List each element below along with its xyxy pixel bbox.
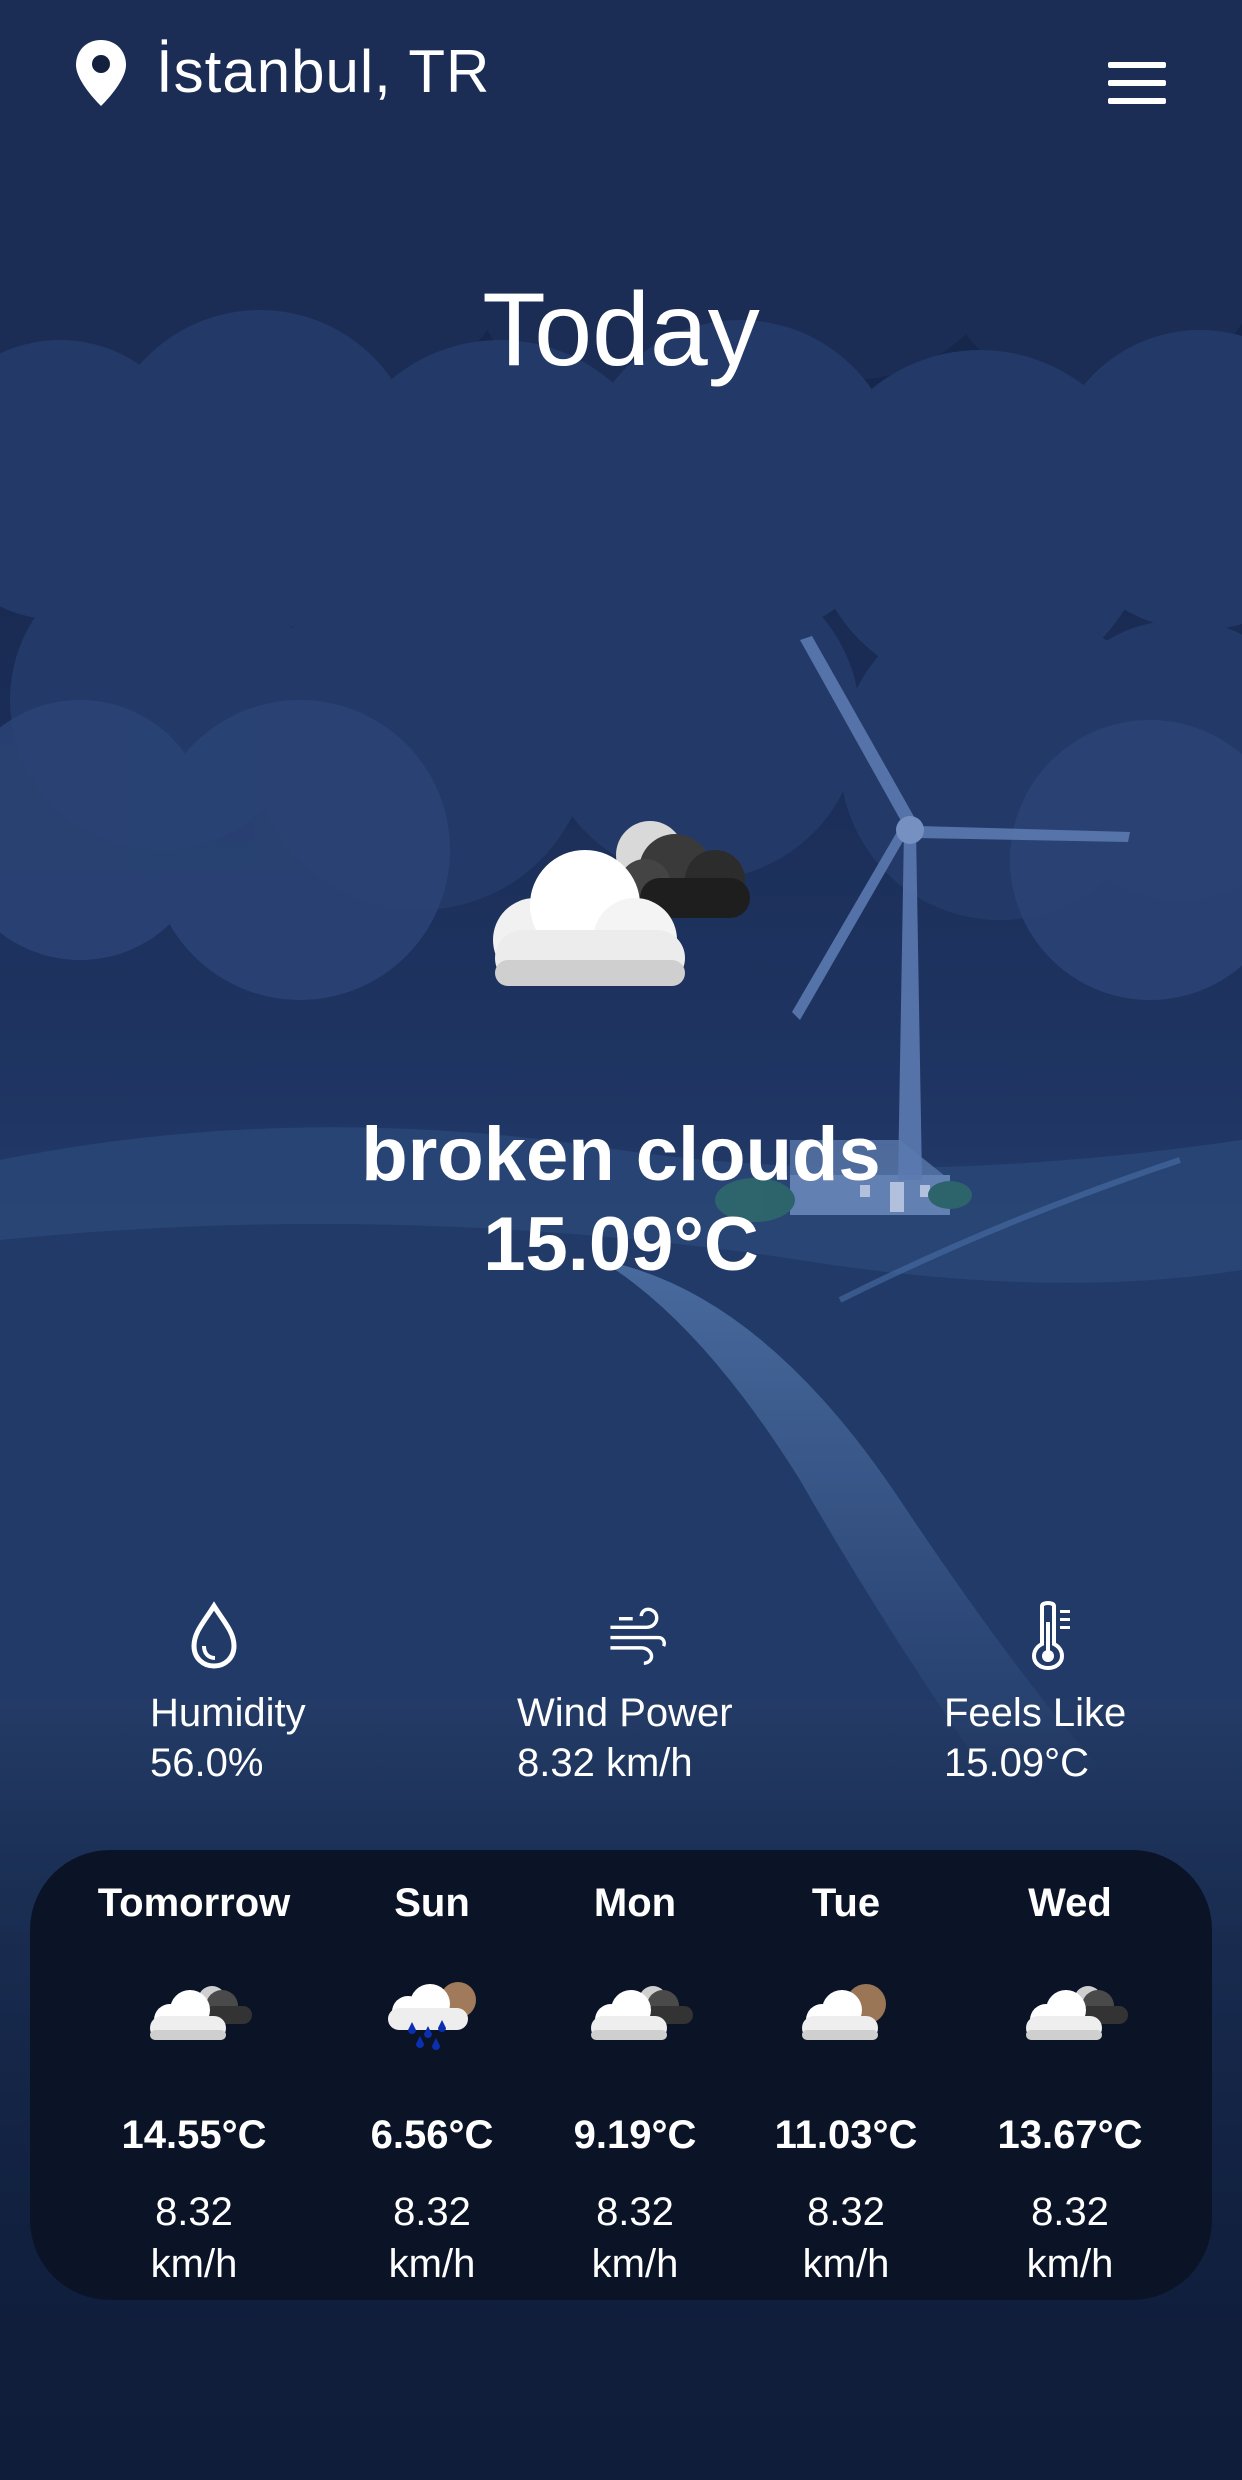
- forecast-day-name: Tomorrow: [97, 1881, 291, 1925]
- menu-line: [1108, 80, 1166, 86]
- forecast-day[interactable]: Wed 13.67°C 8.32 km/h: [950, 1850, 1190, 2300]
- cloudy-brown-icon: [802, 1984, 886, 2040]
- broken-clouds-icon: [591, 1986, 693, 2040]
- forecast-day[interactable]: Tue 11.03°C 8.32 km/h: [726, 1850, 966, 2300]
- broken-clouds-icon: [1026, 1986, 1128, 2040]
- forecast-day[interactable]: Tomorrow 14.55°C 8.32 km/h: [74, 1850, 314, 2300]
- wind-power-label: Wind Power: [517, 1691, 733, 1735]
- rain-cloud-icon: [388, 1982, 476, 2050]
- forecast-day-name: Wed: [1028, 1881, 1112, 1925]
- humidity-value: 56.0%: [150, 1741, 264, 1785]
- forecast-temperature: 9.19°C: [573, 2113, 697, 2157]
- forecast-wind: 8.32 km/h: [726, 2186, 966, 2290]
- forecast-wind-unit: km/h: [1026, 2242, 1114, 2286]
- page-title: Today: [482, 272, 760, 388]
- feels-like-value: 15.09°C: [944, 1741, 1089, 1785]
- forecast-card[interactable]: Tomorrow 14.55°C 8.32 km/h Sun 6.56°C 8.…: [30, 1850, 1212, 2300]
- humidity-label: Humidity: [150, 1691, 306, 1735]
- feels-like-label: Feels Like: [944, 1691, 1127, 1735]
- current-temperature: 15.09°C: [483, 1202, 759, 1287]
- weather-app: İstanbul, TR Today broken clouds 15.09°C: [0, 0, 1242, 2480]
- forecast-wind-unit: km/h: [802, 2242, 890, 2286]
- forecast-temperature: 14.55°C: [121, 2113, 267, 2157]
- forecast-temperature: 13.67°C: [997, 2113, 1143, 2157]
- broken-clouds-icon: [150, 1986, 252, 2040]
- menu-button[interactable]: [1108, 62, 1166, 104]
- forecast-wind: 8.32 km/h: [74, 2186, 314, 2290]
- forecast-wind-unit: km/h: [150, 2242, 238, 2286]
- wind-icon: [610, 1607, 666, 1665]
- droplet-icon: [191, 1601, 237, 1669]
- hamburger-menu-icon: [1108, 62, 1166, 68]
- forecast-wind-unit: km/h: [591, 2242, 679, 2286]
- map-pin-icon: [76, 40, 126, 106]
- app-header: İstanbul, TR: [0, 0, 1242, 150]
- broken-clouds-icon: [493, 821, 750, 986]
- location-label[interactable]: İstanbul, TR: [156, 36, 490, 108]
- forecast-temperature: 11.03°C: [774, 2113, 918, 2157]
- forecast-wind-value: 8.32: [1031, 2190, 1109, 2234]
- thermometer-icon: [1031, 1601, 1070, 1670]
- forecast-wind-value: 8.32: [596, 2190, 674, 2234]
- menu-line: [1108, 98, 1166, 104]
- weather-condition: broken clouds: [361, 1112, 881, 1197]
- forecast-day-name: Tue: [811, 1881, 881, 1925]
- wind-power-value: 8.32 km/h: [517, 1741, 693, 1785]
- forecast-wind-value: 8.32: [807, 2190, 885, 2234]
- forecast-wind-value: 8.32: [155, 2190, 233, 2234]
- forecast-day[interactable]: Mon 9.19°C 8.32 km/h: [515, 1850, 755, 2300]
- forecast-wind: 8.32 km/h: [515, 2186, 755, 2290]
- forecast-day-name: Mon: [593, 1881, 677, 1925]
- forecast-wind: 8.32 km/h: [950, 2186, 1190, 2290]
